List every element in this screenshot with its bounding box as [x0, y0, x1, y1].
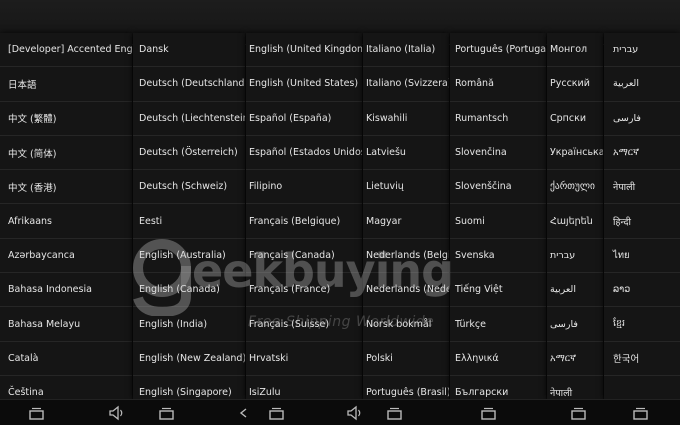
language-option[interactable]: עברית: [547, 239, 603, 274]
language-option[interactable]: Bahasa Melayu: [0, 307, 132, 342]
language-option[interactable]: Nederlands (Nederland): [363, 273, 449, 308]
language-option[interactable]: Português (Portugal): [450, 33, 546, 68]
language-option[interactable]: Deutsch (Deutschland): [133, 67, 245, 102]
language-option[interactable]: Монгол: [547, 33, 603, 68]
language-option[interactable]: English (United States): [246, 67, 362, 102]
language-option[interactable]: Română: [450, 67, 546, 102]
recent-apps-icon[interactable]: [480, 405, 498, 421]
volume-icon[interactable]: [108, 405, 126, 421]
language-option[interactable]: Suomi: [450, 204, 546, 239]
language-option[interactable]: ລາວ: [604, 273, 680, 308]
language-option[interactable]: العربية: [604, 67, 680, 102]
language-option[interactable]: Magyar: [363, 204, 449, 239]
language-option[interactable]: עברית: [604, 33, 680, 68]
language-option[interactable]: Afrikaans: [0, 204, 132, 239]
language-option[interactable]: ქართული: [547, 170, 603, 205]
recent-apps-icon[interactable]: [570, 405, 588, 421]
language-option[interactable]: English (Singapore): [133, 376, 245, 399]
language-option[interactable]: Српски: [547, 102, 603, 136]
language-option[interactable]: ไทย: [604, 239, 680, 274]
language-option[interactable]: Italiano (Italia): [363, 33, 449, 68]
recent-apps-icon[interactable]: [28, 405, 46, 421]
language-option[interactable]: Lietuvių: [363, 170, 449, 205]
language-option[interactable]: Català: [0, 342, 132, 376]
language-option[interactable]: [604, 376, 680, 399]
language-option[interactable]: नेपाली: [547, 376, 603, 399]
recent-apps-icon[interactable]: [386, 405, 404, 421]
language-column-7[interactable]: עברית العربية فارسی አማርኛ नेपाली हिन्दी ไทย ລາວខ…: [604, 33, 680, 399]
volume-icon[interactable]: [346, 405, 364, 421]
language-option[interactable]: አማርኛ: [604, 136, 680, 171]
language-option[interactable]: Polski: [363, 342, 449, 376]
language-option[interactable]: Bahasa Indonesia: [0, 273, 132, 308]
language-option[interactable]: Rumantsch: [450, 102, 546, 136]
language-option[interactable]: हिन्दी: [604, 204, 680, 239]
language-option[interactable]: ខ្មែរ: [604, 307, 680, 342]
language-option[interactable]: English (New Zealand): [133, 342, 245, 376]
language-option[interactable]: Français (Canada): [246, 239, 362, 274]
language-option[interactable]: Latviešu: [363, 136, 449, 171]
language-option[interactable]: فارسی: [604, 102, 680, 136]
language-column-5[interactable]: Português (Portugal) Română Rumantsch Slove…: [450, 33, 546, 399]
language-option[interactable]: Español (Estados Unidos): [246, 136, 362, 171]
language-option[interactable]: 中文 (香港): [0, 170, 132, 205]
language-option[interactable]: Slovenščina: [450, 170, 546, 205]
language-option[interactable]: Deutsch (Schweiz): [133, 170, 245, 205]
language-option[interactable]: Français (Belgique): [246, 204, 362, 239]
recent-apps-icon[interactable]: [632, 405, 650, 421]
language-option[interactable]: Ελληνικά: [450, 342, 546, 376]
language-option[interactable]: 한국어: [604, 342, 680, 376]
language-option[interactable]: Русский: [547, 67, 603, 102]
language-column-4[interactable]: Italiano (Italia) Italiano (Svizzera) Kisw…: [363, 33, 449, 399]
language-option[interactable]: IsiZulu: [246, 376, 362, 399]
language-column-2[interactable]: Dansk Deutsch (Deutschland) Deutsch (Liech…: [133, 33, 245, 399]
language-option[interactable]: Hrvatski: [246, 342, 362, 376]
language-option[interactable]: Slovenčina: [450, 136, 546, 171]
recent-apps-icon[interactable]: [268, 405, 286, 421]
language-column-1[interactable]: [Developer] Accented English日本語中文 (繁體)中文…: [0, 33, 132, 399]
language-option[interactable]: Deutsch (Liechtenstein): [133, 102, 245, 136]
back-icon[interactable]: [238, 405, 256, 421]
language-option[interactable]: Français (France): [246, 273, 362, 308]
language-option[interactable]: English (Australia): [133, 239, 245, 274]
language-option[interactable]: English (United Kingdom): [246, 33, 362, 68]
language-option[interactable]: Kiswahili: [363, 102, 449, 136]
language-option[interactable]: Norsk bokmål: [363, 307, 449, 342]
language-option[interactable]: العربية: [547, 273, 603, 308]
language-option[interactable]: Português (Brasil): [363, 376, 449, 399]
language-option[interactable]: 中文 (繁體): [0, 102, 132, 136]
language-option[interactable]: Eesti: [133, 204, 245, 239]
language-option[interactable]: 日本語: [0, 67, 132, 102]
language-option[interactable]: Dansk: [133, 33, 245, 68]
language-option[interactable]: English (Canada): [133, 273, 245, 308]
recent-apps-icon[interactable]: [158, 405, 176, 421]
navigation-bar: [0, 399, 680, 425]
language-column-6[interactable]: Монгол Русский Српски Українська ქართული Հայե…: [547, 33, 603, 399]
language-option[interactable]: Български: [450, 376, 546, 399]
language-option[interactable]: Nederlands (België): [363, 239, 449, 274]
language-option[interactable]: Español (España): [246, 102, 362, 136]
language-option[interactable]: فارسی: [547, 307, 603, 342]
language-option[interactable]: Svenska: [450, 239, 546, 274]
language-option[interactable]: Azərbaycanca: [0, 239, 132, 274]
language-option[interactable]: Italiano (Svizzera): [363, 67, 449, 102]
language-option[interactable]: नेपाली: [604, 170, 680, 205]
language-picker-screen: [Developer] Accented English日本語中文 (繁體)中文…: [0, 0, 680, 425]
language-option[interactable]: Filipino: [246, 170, 362, 205]
language-option[interactable]: [Developer] Accented English: [0, 33, 132, 68]
language-option[interactable]: Français (Suisse): [246, 307, 362, 342]
language-option[interactable]: Հայերեն: [547, 204, 603, 239]
language-option[interactable]: 中文 (简体): [0, 136, 132, 171]
language-column-3[interactable]: English (United Kingdom) English (United …: [246, 33, 362, 399]
language-option[interactable]: Tiếng Việt: [450, 273, 546, 308]
language-option[interactable]: English (India): [133, 307, 245, 342]
language-option[interactable]: Українська: [547, 136, 603, 171]
language-option[interactable]: Deutsch (Österreich): [133, 136, 245, 171]
language-option[interactable]: Türkçe: [450, 307, 546, 342]
language-option[interactable]: Čeština: [0, 376, 132, 399]
language-option[interactable]: አማርኛ: [547, 342, 603, 376]
